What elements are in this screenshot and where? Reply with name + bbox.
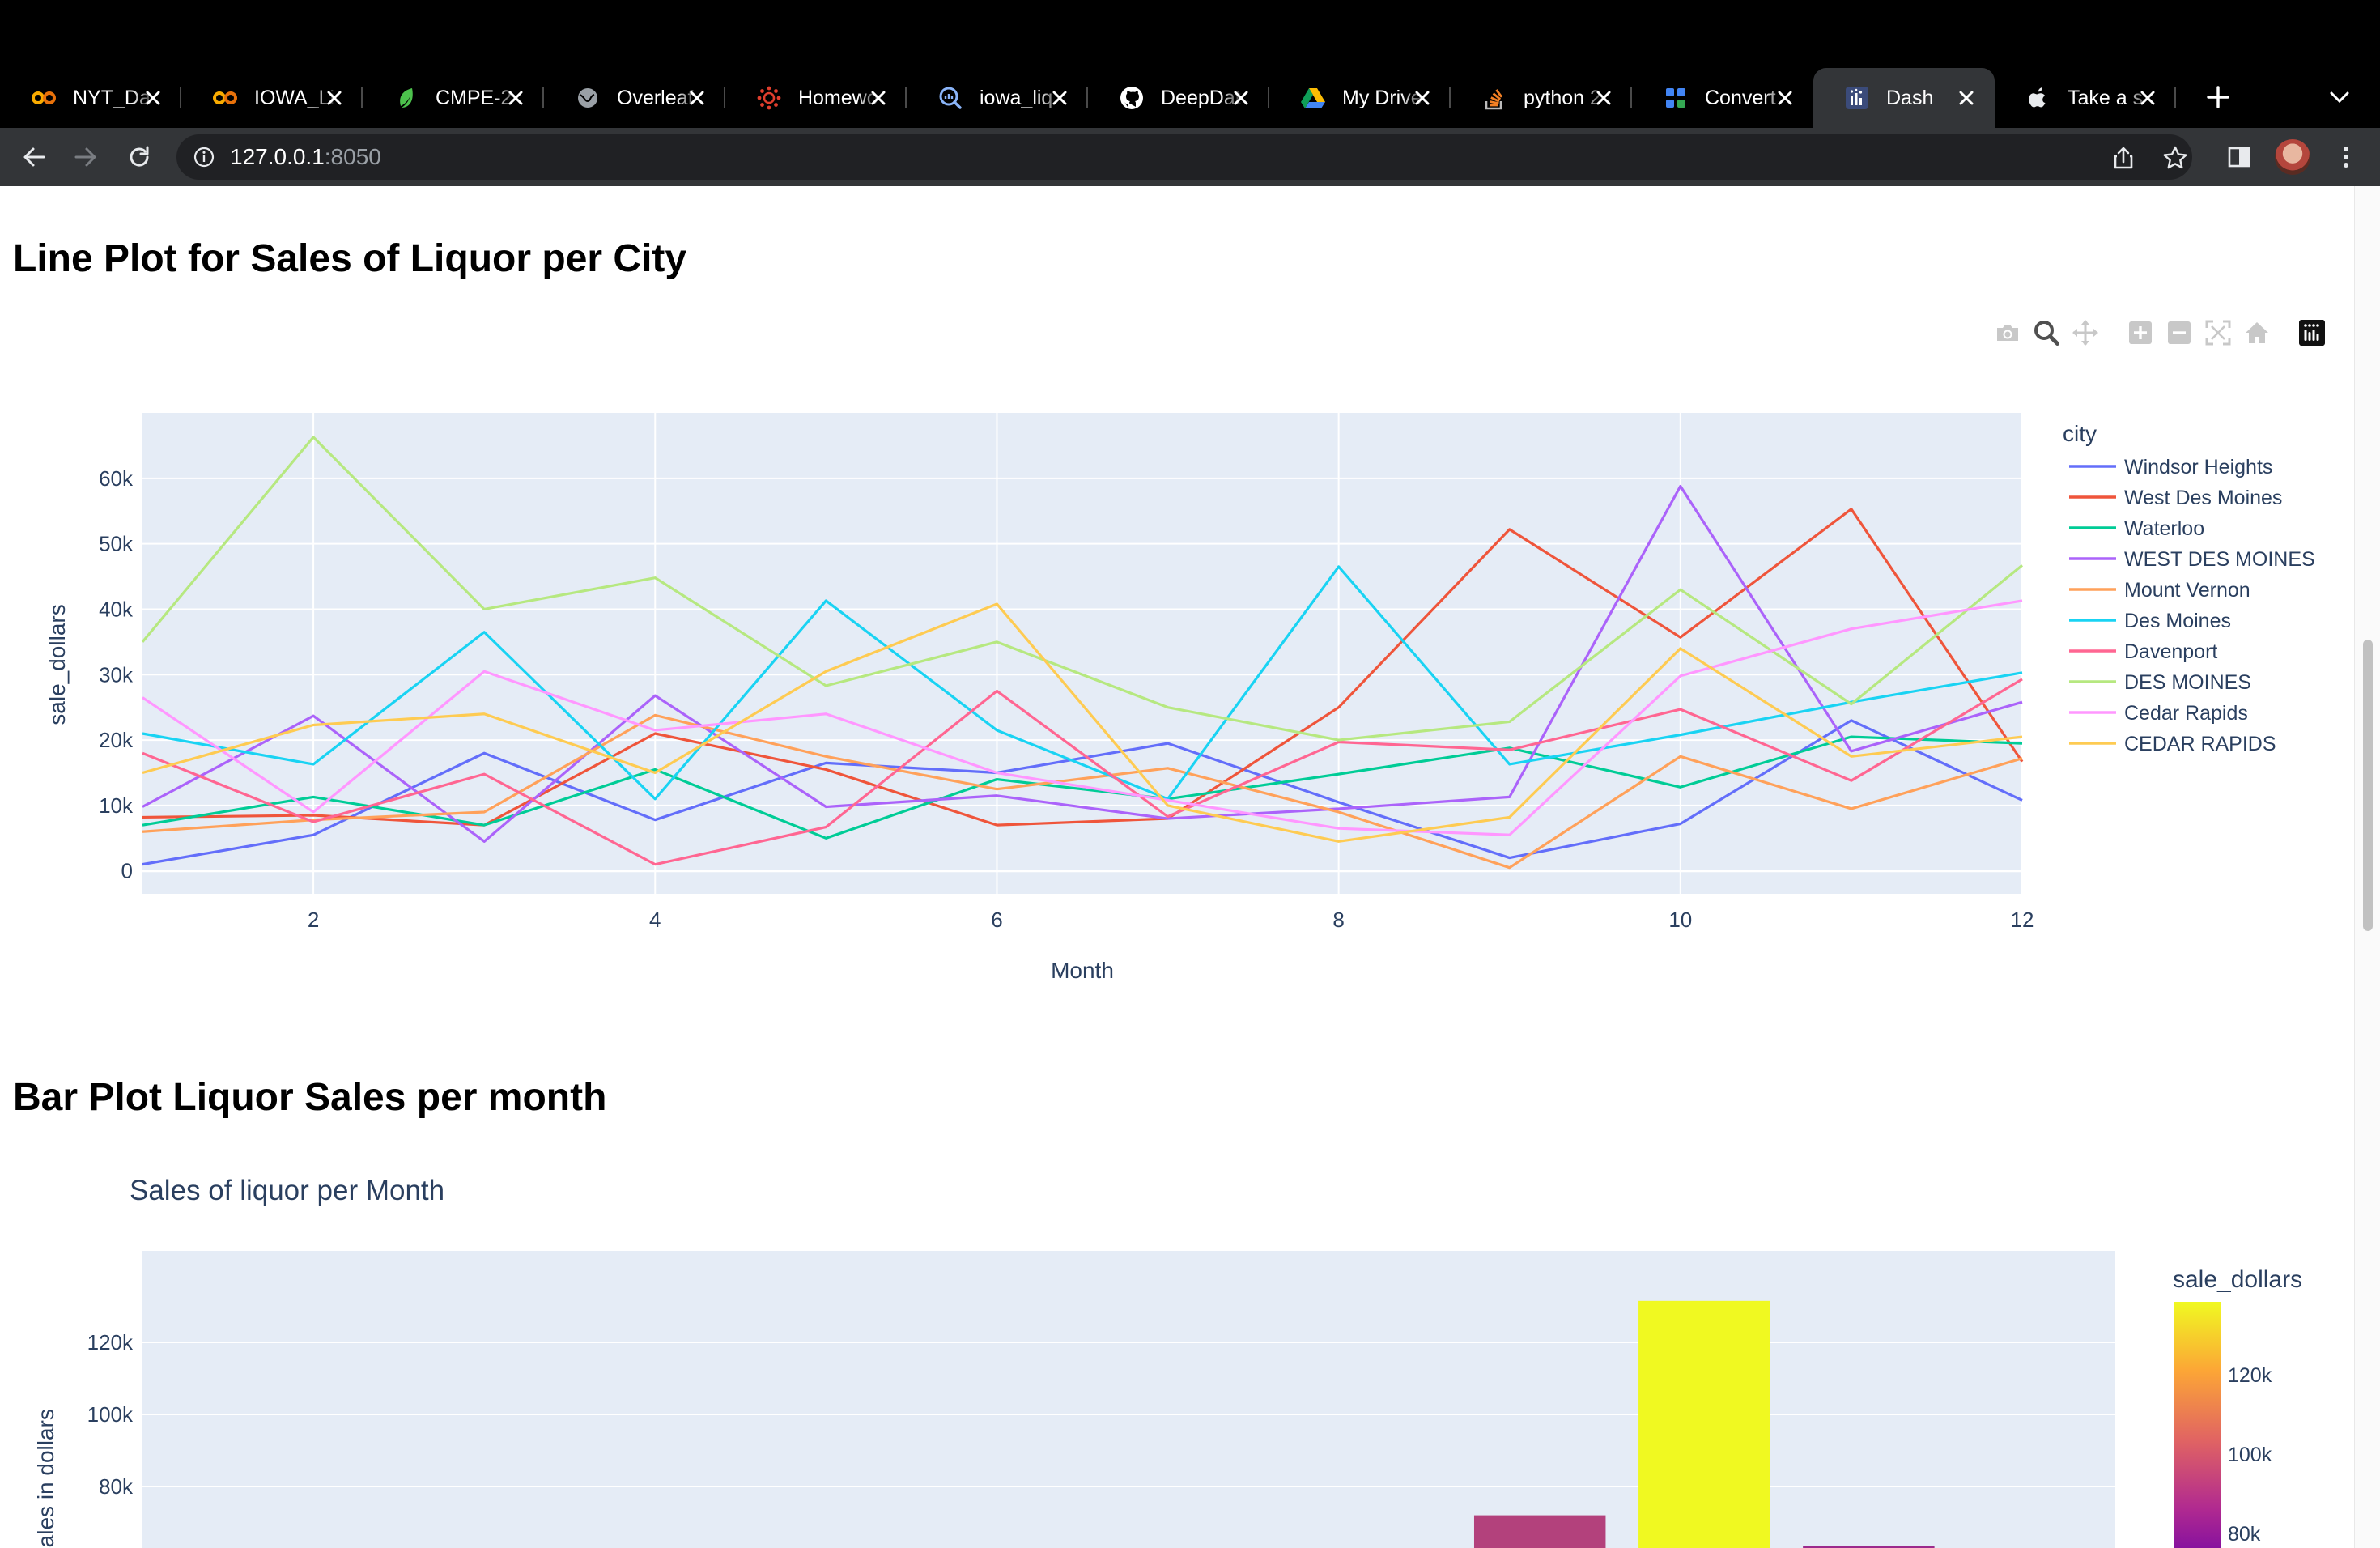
dash-page: Line Plot for Sales of Liquor per City 2… bbox=[0, 186, 2380, 1548]
bar-plot-area bbox=[142, 1251, 2115, 1548]
reload-icon[interactable] bbox=[120, 138, 159, 176]
tab-strip: NYT_Da IOWA_Li CMPE-2 Overleaf Homewo iowa_li… bbox=[0, 68, 2380, 128]
bar-y-axis-title: Sales in dollars bbox=[33, 1409, 58, 1548]
browser-tab[interactable]: IOWA_Li bbox=[181, 68, 363, 128]
tab-search-chevron-icon[interactable] bbox=[2325, 83, 2354, 112]
side-panel-icon[interactable] bbox=[2220, 138, 2259, 176]
colorbar bbox=[2174, 1302, 2221, 1548]
profile-avatar[interactable] bbox=[2275, 139, 2310, 175]
back-arrow-icon[interactable] bbox=[15, 138, 53, 176]
tab-close-icon[interactable] bbox=[1229, 86, 1253, 110]
colorbar-tick-label: 80k bbox=[2228, 1523, 2261, 1546]
browser-tab[interactable]: NYT_Da bbox=[0, 68, 181, 128]
window-titlebar bbox=[0, 0, 2380, 68]
bar-y-tick-label: 100k bbox=[87, 1402, 134, 1427]
tab-close-icon[interactable] bbox=[1773, 86, 1797, 110]
colab-icon bbox=[212, 85, 238, 111]
browser-toolbar: 127.0.0.1:8050 bbox=[0, 128, 2380, 186]
tab-close-icon[interactable] bbox=[1410, 86, 1434, 110]
bar[interactable] bbox=[1638, 1300, 1770, 1548]
colorbar-tick-label: 120k bbox=[2228, 1364, 2272, 1387]
url-text[interactable]: 127.0.0.1:8050 bbox=[230, 144, 381, 170]
scrollbar-thumb[interactable] bbox=[2363, 640, 2373, 931]
url-host: 127.0.0.1 bbox=[230, 144, 325, 169]
github-icon bbox=[1119, 85, 1145, 111]
tab-close-icon[interactable] bbox=[504, 86, 528, 110]
url-port: :8050 bbox=[324, 144, 381, 169]
tab-close-icon[interactable] bbox=[2136, 86, 2160, 110]
bar[interactable] bbox=[1473, 1515, 1606, 1548]
address-bar[interactable]: 127.0.0.1:8050 bbox=[176, 134, 2192, 180]
browser-menu-icon[interactable] bbox=[2327, 138, 2365, 176]
browser-tab[interactable]: CMPE-2 bbox=[363, 68, 544, 128]
tab-close-icon[interactable] bbox=[1954, 86, 1978, 110]
browser-tab[interactable]: python 2 bbox=[1451, 68, 1632, 128]
browser-tab[interactable]: Homewo bbox=[725, 68, 907, 128]
dash-icon bbox=[1844, 85, 1870, 111]
browser-tab[interactable]: My Drive bbox=[1269, 68, 1451, 128]
colorbar-title: sale_dollars bbox=[2173, 1266, 2302, 1293]
canvas-icon bbox=[756, 85, 782, 111]
site-info-icon[interactable] bbox=[191, 144, 217, 170]
globe-icon bbox=[575, 85, 601, 111]
new-tab-plus-icon[interactable] bbox=[2202, 81, 2234, 113]
bar-y-tick-label: 120k bbox=[87, 1330, 134, 1354]
browser-tab[interactable]: Convert bbox=[1632, 68, 1813, 128]
bar-y-tick-label: 80k bbox=[99, 1474, 134, 1499]
google-drive-icon bbox=[1300, 85, 1326, 111]
tab-close-icon[interactable] bbox=[322, 86, 346, 110]
apple-icon bbox=[2025, 85, 2051, 111]
colorbar-tick-label: 100k bbox=[2228, 1444, 2272, 1466]
bigquery-icon bbox=[937, 85, 963, 111]
tab-separator bbox=[2174, 87, 2176, 108]
browser-tab[interactable]: Overleaf bbox=[544, 68, 725, 128]
forward-arrow-icon[interactable] bbox=[66, 138, 105, 176]
browser-tab[interactable]: DeepDat bbox=[1088, 68, 1269, 128]
tab-close-icon[interactable] bbox=[866, 86, 890, 110]
browser-tab[interactable]: iowa_liq bbox=[907, 68, 1088, 128]
browser-tab[interactable]: Take a s bbox=[1995, 68, 2176, 128]
share-icon[interactable] bbox=[2110, 144, 2137, 172]
tab-close-icon[interactable] bbox=[685, 86, 709, 110]
bar-chart[interactable]: Sales of liquor per Month 60k80k100k120k… bbox=[0, 186, 2348, 1548]
tab-close-icon[interactable] bbox=[141, 86, 165, 110]
overleaf-leaf-icon bbox=[393, 85, 419, 111]
stackoverflow-icon bbox=[1481, 85, 1507, 111]
browser-tab[interactable]: Dash bbox=[1813, 68, 1995, 128]
tab-close-icon[interactable] bbox=[1048, 86, 1072, 110]
colab-icon bbox=[31, 85, 57, 111]
apps-grid-icon bbox=[1663, 85, 1689, 111]
bar-chart-title: Sales of liquor per Month bbox=[130, 1175, 444, 1206]
tab-close-icon[interactable] bbox=[1592, 86, 1616, 110]
bookmark-star-icon[interactable] bbox=[2161, 144, 2189, 172]
